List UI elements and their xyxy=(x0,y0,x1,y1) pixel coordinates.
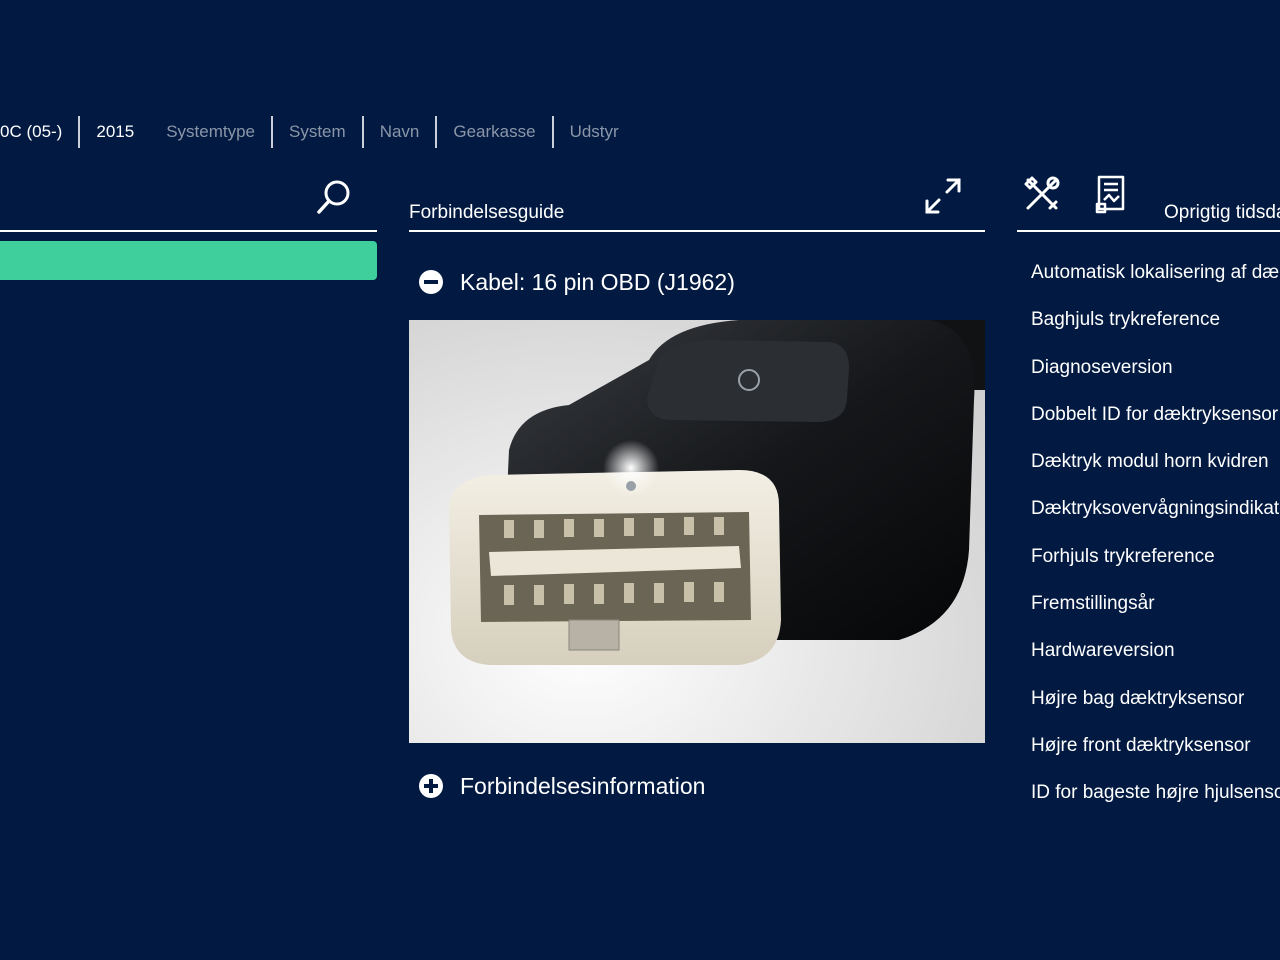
list-item[interactable]: Baghjuls trykreference xyxy=(1031,303,1280,350)
report-icon[interactable] xyxy=(1095,174,1131,214)
breadcrumb-equipment[interactable]: Udstyr xyxy=(554,116,635,148)
live-data-underline xyxy=(1017,230,1280,232)
list-item[interactable]: Dæktryksovervågningsindikator xyxy=(1031,492,1280,539)
breadcrumb-gearbox[interactable]: Gearkasse xyxy=(437,116,551,148)
live-data-header: Oprigtig tidsdata xyxy=(1017,172,1280,232)
list-item[interactable]: Højre front dæktryksensor xyxy=(1031,729,1280,776)
list-item[interactable]: Dæktryk modul horn kvidren xyxy=(1031,445,1280,492)
search-underline xyxy=(0,230,377,232)
connection-guide-underline xyxy=(409,230,985,232)
collapse-minus-icon[interactable] xyxy=(418,269,444,295)
cable-label: Kabel: 16 pin OBD (J1962) xyxy=(460,268,735,295)
tools-icon[interactable] xyxy=(1022,174,1062,214)
left-search-bar[interactable] xyxy=(0,172,377,232)
breadcrumb-model[interactable]: 0C (05-) xyxy=(0,116,78,148)
list-item[interactable]: Højre bag dæktryksensor xyxy=(1031,682,1280,729)
connection-guide-header: Forbindelsesguide xyxy=(409,172,985,232)
breadcrumb: 0C (05-) 2015 Systemtype System Navn Gea… xyxy=(0,112,635,152)
expand-icon[interactable] xyxy=(923,176,963,216)
list-item[interactable]: Automatisk lokalisering af dæktryksensor xyxy=(1031,256,1280,303)
obd-connector-image xyxy=(409,320,985,743)
search-icon[interactable] xyxy=(315,178,353,216)
breadcrumb-system-type[interactable]: Systemtype xyxy=(150,116,271,148)
breadcrumb-system[interactable]: System xyxy=(273,116,362,148)
expand-plus-icon[interactable] xyxy=(418,773,444,799)
list-item[interactable]: Diagnoseversion xyxy=(1031,351,1280,398)
list-item[interactable]: Forhjuls trykreference xyxy=(1031,540,1280,587)
list-item[interactable]: ID for bageste højre hjulsensor xyxy=(1031,776,1280,823)
connection-info-label: Forbindelsesinformation xyxy=(460,772,706,799)
connection-info-toggle[interactable]: Forbindelsesinformation xyxy=(418,768,705,804)
cable-section-toggle[interactable]: Kabel: 16 pin OBD (J1962) xyxy=(418,264,735,300)
list-item[interactable]: Hardwareversion xyxy=(1031,634,1280,681)
list-item[interactable]: Dobbelt ID for dæktryksensor xyxy=(1031,398,1280,445)
live-data-title: Oprigtig tidsdata xyxy=(1164,202,1280,223)
list-item[interactable]: Fremstillingsår xyxy=(1031,587,1280,634)
breadcrumb-year[interactable]: 2015 xyxy=(80,116,150,148)
selected-list-item[interactable] xyxy=(0,241,377,280)
live-data-panel: Oprigtig tidsdata Automatisk lokaliserin… xyxy=(1017,172,1280,803)
breadcrumb-name[interactable]: Navn xyxy=(364,116,436,148)
connection-guide-title: Forbindelsesguide xyxy=(409,202,565,223)
live-data-list: Automatisk lokalisering af dæktryksensor… xyxy=(1031,256,1280,824)
